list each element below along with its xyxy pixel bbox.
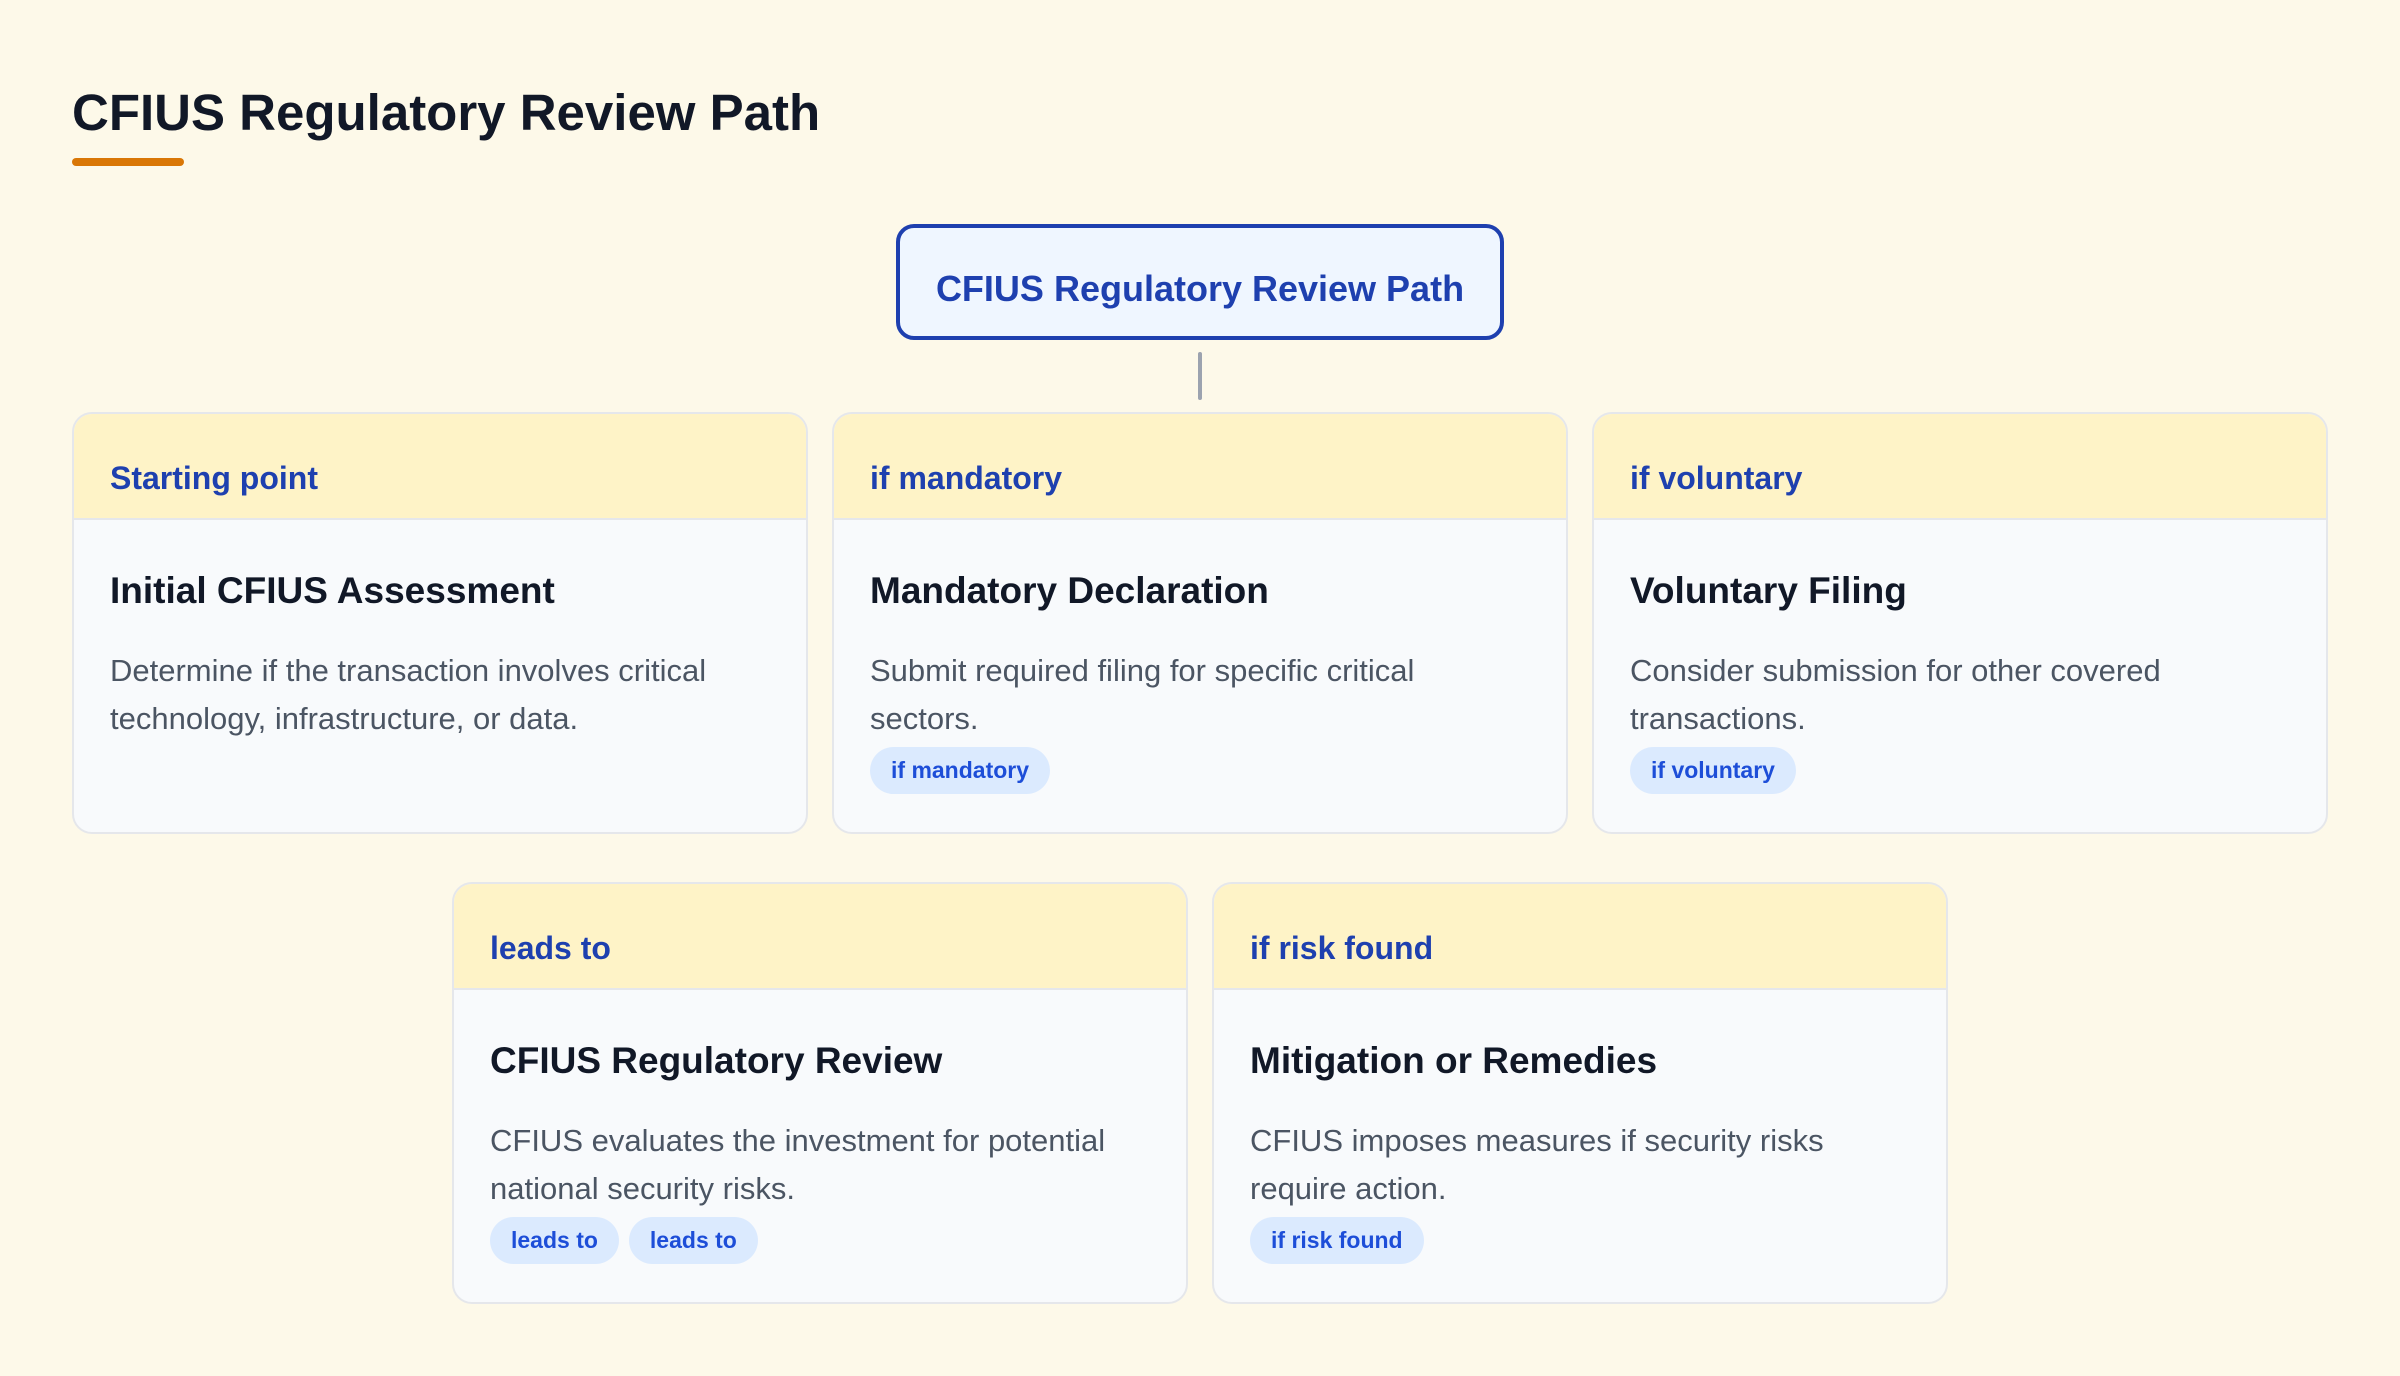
card-header: if mandatory [834, 414, 1566, 520]
card-title: Mandatory Declaration [870, 570, 1269, 611]
card-body: Mandatory Declaration Submit required fi… [834, 520, 1566, 794]
card-description: Submit required filing for specific crit… [870, 653, 1415, 736]
card-body: Initial CFIUS Assessment Determine if th… [74, 520, 806, 743]
card-tag: Starting point [110, 460, 318, 496]
card-description: CFIUS evaluates the investment for poten… [490, 1123, 1106, 1206]
step-card-mandatory-declaration[interactable]: if mandatory Mandatory Declaration Submi… [832, 412, 1568, 834]
card-description: Consider submission for other covered tr… [1630, 653, 2161, 736]
card-body: CFIUS Regulatory Review CFIUS evaluates … [454, 990, 1186, 1264]
card-tag: if mandatory [870, 460, 1063, 496]
card-header: Starting point [74, 414, 806, 520]
condition-chip: leads to [628, 1217, 758, 1264]
card-chips: leads to leads to [490, 1217, 1150, 1264]
card-description: CFIUS imposes measures if security risks… [1250, 1123, 1824, 1206]
condition-chip: if risk found [1250, 1217, 1424, 1264]
card-header: if risk found [1214, 884, 1946, 990]
card-title: Initial CFIUS Assessment [110, 570, 555, 611]
card-chips: if mandatory [870, 747, 1530, 794]
card-title: CFIUS Regulatory Review [490, 1040, 943, 1081]
condition-chip: leads to [490, 1217, 619, 1264]
card-chips: if voluntary [1630, 747, 2290, 794]
condition-chip: if voluntary [1630, 747, 1796, 794]
card-title: Mitigation or Remedies [1250, 1040, 1658, 1081]
card-body: Mitigation or Remedies CFIUS imposes mea… [1214, 990, 1946, 1264]
page-title: CFIUS Regulatory Review Path [72, 84, 821, 141]
card-tag: if voluntary [1630, 460, 1803, 496]
card-title: Voluntary Filing [1630, 570, 1907, 611]
step-card-voluntary-filing[interactable]: if voluntary Voluntary Filing Consider s… [1592, 412, 2328, 834]
card-tag: leads to [490, 930, 611, 966]
card-header: leads to [454, 884, 1186, 990]
root-node[interactable]: CFIUS Regulatory Review Path [896, 224, 1504, 340]
step-card-regulatory-review[interactable]: leads to CFIUS Regulatory Review CFIUS e… [452, 882, 1188, 1304]
card-header: if voluntary [1594, 414, 2326, 520]
card-tag: if risk found [1250, 930, 1434, 966]
card-description: Determine if the transaction involves cr… [110, 653, 707, 736]
title-underline [72, 158, 184, 166]
card-body: Voluntary Filing Consider submission for… [1594, 520, 2326, 794]
condition-chip: if mandatory [870, 747, 1051, 794]
connector-line [1198, 352, 1202, 400]
step-card-initial-assessment[interactable]: Starting point Initial CFIUS Assessment … [72, 412, 808, 834]
card-chips: if risk found [1250, 1217, 1910, 1264]
root-node-label: CFIUS Regulatory Review Path [935, 268, 1465, 309]
step-card-mitigation[interactable]: if risk found Mitigation or Remedies CFI… [1212, 882, 1948, 1304]
